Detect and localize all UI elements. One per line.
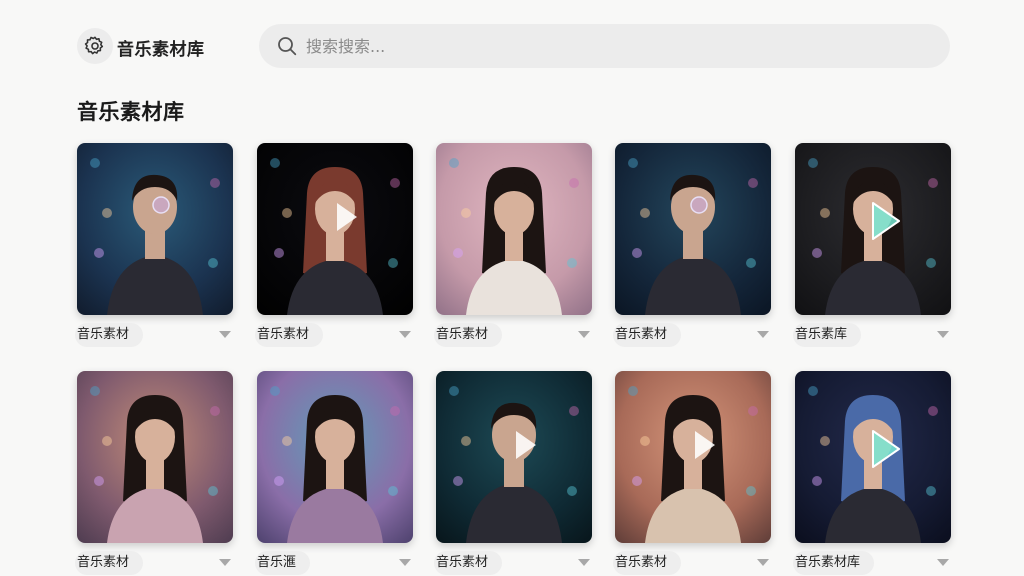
card-label: 音乐素库 <box>793 323 862 347</box>
chevron-down-icon[interactable] <box>937 331 949 338</box>
card-caption: 音乐素材 <box>613 323 771 347</box>
card-thumbnail[interactable] <box>257 371 413 543</box>
card-thumbnail[interactable] <box>795 143 951 315</box>
card-caption: 音乐素材 <box>613 551 771 575</box>
card-label: 音乐素材 <box>255 323 324 347</box>
app-title: 音乐素材库 <box>117 40 205 60</box>
card-thumbnail[interactable] <box>436 371 592 543</box>
card-thumbnail[interactable] <box>615 143 771 315</box>
card-label: 音乐素材 <box>75 551 144 575</box>
media-card[interactable]: 音乐素材 <box>75 143 233 347</box>
chevron-down-icon[interactable] <box>399 559 411 566</box>
search-icon <box>276 35 298 57</box>
chevron-down-icon[interactable] <box>578 559 590 566</box>
card-thumbnail[interactable] <box>77 143 233 315</box>
card-thumbnail[interactable] <box>615 371 771 543</box>
chevron-down-icon[interactable] <box>219 331 231 338</box>
card-caption: 音乐素材 <box>255 323 413 347</box>
media-card[interactable]: 音乐素材 <box>75 371 233 575</box>
card-label: 音乐素材 <box>75 323 144 347</box>
card-caption: 音乐素材库 <box>793 551 951 575</box>
card-thumbnail[interactable] <box>436 143 592 315</box>
card-label: 音乐素材 <box>434 551 503 575</box>
chevron-down-icon[interactable] <box>757 331 769 338</box>
media-card[interactable]: 音乐素库 <box>793 143 951 347</box>
card-label: 音乐素材 <box>434 323 503 347</box>
media-card[interactable]: 音乐素材 <box>434 143 592 347</box>
chevron-down-icon[interactable] <box>578 331 590 338</box>
media-card[interactable]: 音乐滙 <box>255 371 413 575</box>
card-label: 音乐素材 <box>613 323 682 347</box>
chevron-down-icon[interactable] <box>757 559 769 566</box>
card-caption: 音乐滙 <box>255 551 413 575</box>
card-thumbnail[interactable] <box>795 371 951 543</box>
chevron-down-icon[interactable] <box>399 331 411 338</box>
card-caption: 音乐素材 <box>434 551 592 575</box>
card-thumbnail[interactable] <box>257 143 413 315</box>
media-card[interactable]: 音乐素材库 <box>793 371 951 575</box>
media-card[interactable]: 音乐素材 <box>613 143 771 347</box>
chevron-down-icon[interactable] <box>219 559 231 566</box>
section-title: 音乐素材库 <box>77 100 185 124</box>
chevron-down-icon[interactable] <box>937 559 949 566</box>
top-bar: 音乐素材库 <box>0 0 1024 90</box>
card-caption: 音乐素材 <box>75 551 233 575</box>
search-input[interactable] <box>306 36 906 56</box>
card-caption: 音乐素材 <box>434 323 592 347</box>
search-bar[interactable] <box>259 24 950 68</box>
card-thumbnail[interactable] <box>77 371 233 543</box>
card-label: 音乐滙 <box>255 551 311 575</box>
gear-icon[interactable] <box>77 28 113 64</box>
card-caption: 音乐素材 <box>75 323 233 347</box>
media-card[interactable]: 音乐素材 <box>434 371 592 575</box>
card-label: 音乐素材 <box>613 551 682 575</box>
media-card[interactable]: 音乐素材 <box>613 371 771 575</box>
card-label: 音乐素材库 <box>793 551 875 575</box>
card-caption: 音乐素库 <box>793 323 951 347</box>
media-card[interactable]: 音乐素材 <box>255 143 413 347</box>
